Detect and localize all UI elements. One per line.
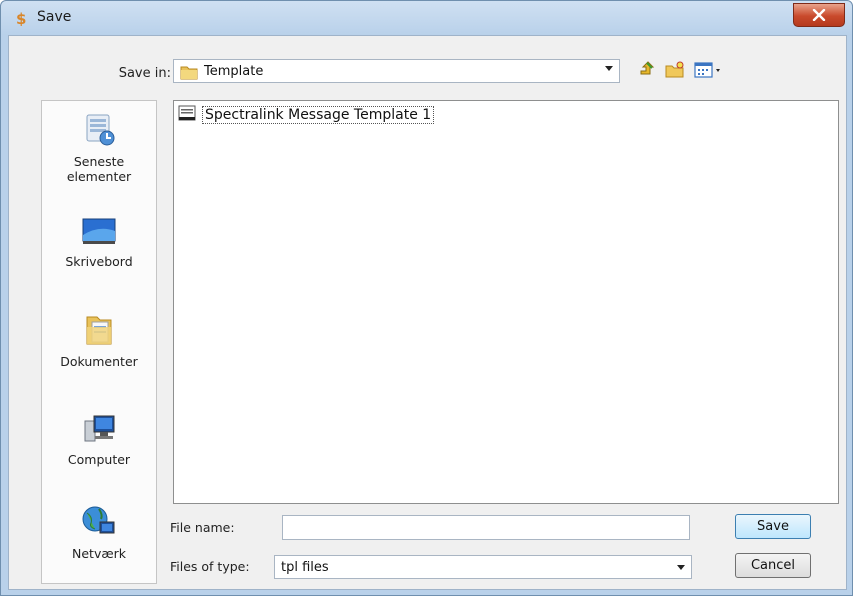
place-recent-items[interactable]: Seneste elementer <box>42 113 156 184</box>
computer-icon <box>42 413 156 448</box>
places-bar: Seneste elementer Skrivebord Dokumenter … <box>41 100 157 584</box>
save-in-dropdown[interactable]: Template <box>173 59 620 83</box>
place-label: Netværk <box>72 546 126 561</box>
view-menu-icon[interactable] <box>693 59 725 81</box>
save-in-label: Save in: <box>118 66 171 81</box>
svg-text:$: $ <box>16 10 26 26</box>
file-name-input[interactable] <box>282 515 690 540</box>
up-folder-icon[interactable] <box>637 59 659 81</box>
file-type-value: tpl files <box>281 560 329 575</box>
cancel-button[interactable]: Cancel <box>735 553 811 578</box>
dialog-body: Save in: Template Seneste elementer Skri… <box>8 35 847 590</box>
close-button[interactable] <box>793 3 845 27</box>
file-type-label: Files of type: <box>170 559 250 574</box>
place-network[interactable]: Netværk <box>42 505 156 561</box>
title-bar[interactable]: $ Save <box>1 1 852 35</box>
file-name-label: File name: <box>170 520 235 535</box>
file-name: Spectralink Message Template 1 <box>202 106 435 124</box>
file-list[interactable]: Spectralink Message Template 1 <box>173 100 839 504</box>
new-folder-icon[interactable] <box>664 59 686 81</box>
desktop-icon <box>42 217 156 250</box>
save-button[interactable]: Save <box>735 514 811 539</box>
documents-icon <box>42 313 156 350</box>
app-icon: $ <box>13 10 29 28</box>
file-type-dropdown[interactable]: tpl files <box>274 555 692 579</box>
save-dialog: $ Save Save in: Template Seneste element… <box>0 0 853 596</box>
chevron-down-icon <box>677 565 685 570</box>
place-documents[interactable]: Dokumenter <box>42 313 156 369</box>
chevron-down-icon <box>605 66 613 71</box>
window-title: Save <box>37 9 72 25</box>
close-icon <box>812 9 826 21</box>
place-label: Skrivebord <box>65 254 133 269</box>
recent-items-icon <box>42 113 156 150</box>
place-computer[interactable]: Computer <box>42 413 156 467</box>
place-desktop[interactable]: Skrivebord <box>42 217 156 269</box>
place-label: Seneste elementer <box>66 154 132 184</box>
network-icon <box>42 505 156 542</box>
template-file-icon <box>178 105 196 125</box>
list-item[interactable]: Spectralink Message Template 1 <box>178 105 435 125</box>
save-in-value: Template <box>204 64 264 79</box>
place-label: Computer <box>67 452 131 467</box>
folder-icon <box>180 64 198 84</box>
place-label: Dokumenter <box>60 354 138 369</box>
